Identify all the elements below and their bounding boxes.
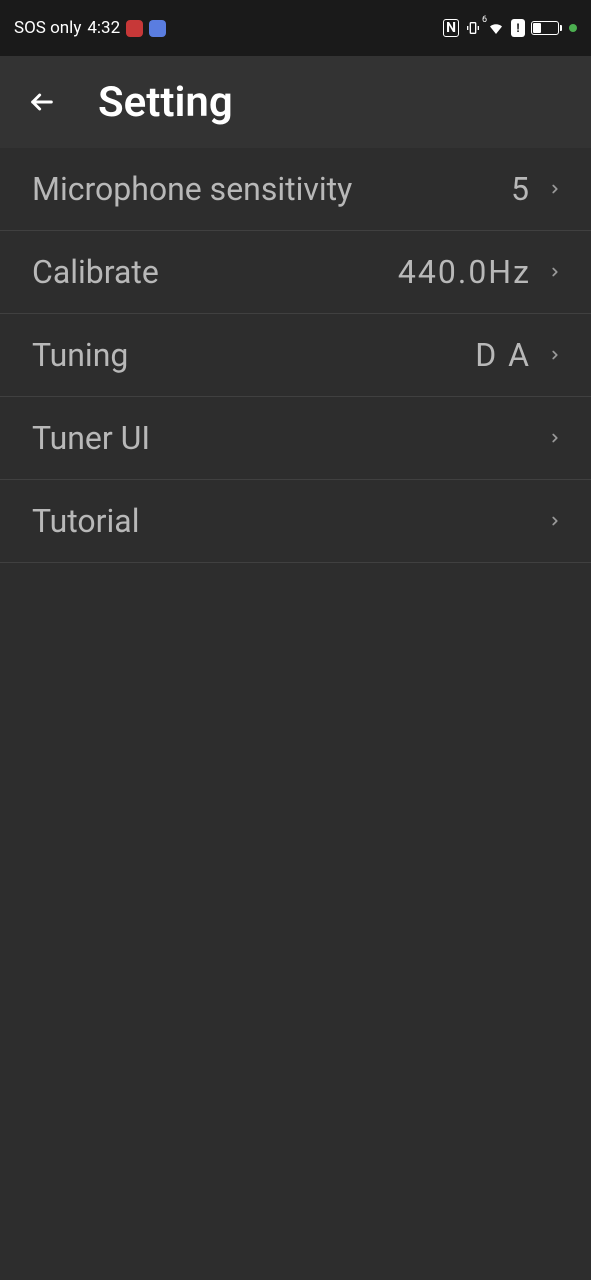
setting-label: Microphone sensitivity (32, 170, 352, 208)
setting-label: Tuner UI (32, 419, 150, 457)
status-bar: SOS only 4:32 N 6 ! (0, 0, 591, 56)
clock: 4:32 (87, 18, 120, 38)
setting-tuner-ui[interactable]: Tuner UI (0, 397, 591, 480)
alert-icon: ! (511, 19, 525, 37)
vibrate-icon (465, 20, 481, 36)
setting-label: Tutorial (32, 502, 139, 540)
chevron-right-icon (547, 430, 563, 446)
setting-label: Tuning (32, 336, 128, 374)
chevron-right-icon (547, 513, 563, 529)
battery-icon (531, 21, 559, 35)
setting-microphone-sensitivity[interactable]: Microphone sensitivity 5 (0, 148, 591, 231)
back-button[interactable] (26, 86, 58, 118)
privacy-indicator-dot (569, 24, 577, 32)
network-status: SOS only (14, 18, 81, 38)
setting-tutorial[interactable]: Tutorial (0, 480, 591, 563)
setting-label: Calibrate (32, 253, 159, 291)
wifi-icon: 6 (487, 19, 505, 37)
nfc-icon: N (443, 19, 459, 37)
app-icon-red (126, 20, 143, 37)
app-header: Setting (0, 56, 591, 148)
chevron-right-icon (547, 264, 563, 280)
settings-list: Microphone sensitivity 5 Calibrate 440.0… (0, 148, 591, 563)
chevron-right-icon (547, 347, 563, 363)
page-title: Setting (98, 78, 233, 127)
setting-value: 440.0Hz (398, 253, 531, 291)
setting-value: D A (475, 336, 531, 374)
setting-value: 5 (511, 170, 531, 208)
chevron-right-icon (547, 181, 563, 197)
status-right: N 6 ! (443, 19, 577, 37)
status-left: SOS only 4:32 (14, 18, 166, 38)
app-icon-blue (149, 20, 166, 37)
setting-calibrate[interactable]: Calibrate 440.0Hz (0, 231, 591, 314)
setting-tuning[interactable]: Tuning D A (0, 314, 591, 397)
